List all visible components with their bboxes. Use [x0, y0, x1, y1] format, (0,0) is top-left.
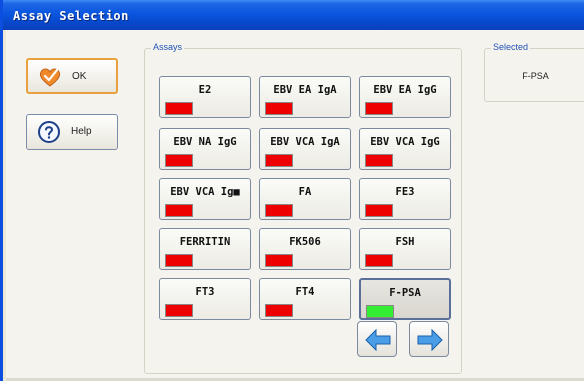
title-bar[interactable]: Assay Selection [3, 0, 584, 30]
assay-button[interactable]: FSH [359, 228, 451, 270]
assay-status-indicator [165, 254, 193, 267]
assay-status-indicator [165, 102, 193, 115]
assay-button[interactable]: FT3 [159, 278, 251, 320]
ok-button-label: OK [72, 71, 87, 82]
selected-group: Selected F-PSA [484, 42, 584, 102]
ok-button[interactable]: OK [26, 58, 118, 94]
assay-name: EBV NA IgG [173, 136, 237, 148]
assay-status-indicator [265, 254, 293, 267]
assay-button[interactable]: EBV VCA Ig■ [159, 178, 251, 220]
assay-button[interactable]: F-PSA [359, 278, 451, 320]
window-client-area: OK Help Assays E2 EBV EA IgA EBV EA IgG EBV… [6, 30, 584, 381]
assay-status-indicator [265, 304, 293, 317]
prev-page-button[interactable] [357, 321, 397, 357]
assay-name: FSH [395, 236, 415, 248]
selected-group-legend: Selected [491, 42, 531, 52]
assay-name: FK506 [289, 236, 321, 248]
help-button-label: Help [71, 126, 92, 137]
assay-button[interactable]: FERRITIN [159, 228, 251, 270]
window-title: Assay Selection [13, 9, 129, 23]
assay-status-indicator [265, 154, 293, 167]
assay-button[interactable]: FK506 [259, 228, 351, 270]
heart-check-icon [39, 68, 61, 87]
next-page-button[interactable] [409, 321, 449, 357]
assay-status-indicator [365, 154, 393, 167]
assay-button[interactable]: EBV VCA IgG [359, 128, 451, 170]
assay-name: EBV VCA Ig■ [170, 186, 240, 198]
action-panel: OK Help [12, 44, 124, 364]
assay-name: FE3 [395, 186, 415, 198]
assay-name: EBV EA IgG [373, 84, 437, 96]
assay-button[interactable]: EBV EA IgG [359, 76, 451, 118]
assay-status-indicator [265, 204, 293, 217]
assays-group: Assays E2 EBV EA IgA EBV EA IgG EBV NA IgG E… [144, 42, 462, 374]
assay-status-indicator [366, 305, 394, 318]
assay-status-indicator [365, 102, 393, 115]
assay-status-indicator [365, 204, 393, 217]
assay-button[interactable]: FT4 [259, 278, 351, 320]
assay-selection-window: Assay Selection OK Help Assays E2 EBV EA… [0, 0, 584, 381]
assay-name: EBV VCA IgA [270, 136, 340, 148]
assay-status-indicator [165, 204, 193, 217]
assay-name: FERRITIN [179, 236, 231, 248]
assay-status-indicator [365, 254, 393, 267]
help-button[interactable]: Help [26, 114, 118, 150]
assay-name: E2 [198, 84, 212, 96]
assay-name: EBV EA IgA [273, 84, 337, 96]
assay-button[interactable]: EBV EA IgA [259, 76, 351, 118]
assay-name: FT4 [295, 286, 315, 298]
assay-button[interactable]: FA [259, 178, 351, 220]
help-icon [38, 121, 60, 143]
selected-assay-value: F-PSA [522, 71, 549, 81]
assay-status-indicator [265, 102, 293, 115]
assay-name: EBV VCA IgG [370, 136, 440, 148]
assay-status-indicator [165, 154, 193, 167]
assay-button[interactable]: FE3 [359, 178, 451, 220]
assay-button[interactable]: EBV NA IgG [159, 128, 251, 170]
arrow-left-icon [365, 328, 391, 352]
assay-name: F-PSA [389, 287, 421, 299]
assay-status-indicator [165, 304, 193, 317]
assays-group-legend: Assays [151, 42, 185, 52]
arrow-right-icon [417, 328, 443, 352]
assay-button[interactable]: E2 [159, 76, 251, 118]
assay-name: FT3 [195, 286, 215, 298]
assay-name: FA [298, 186, 312, 198]
assay-button[interactable]: EBV VCA IgA [259, 128, 351, 170]
